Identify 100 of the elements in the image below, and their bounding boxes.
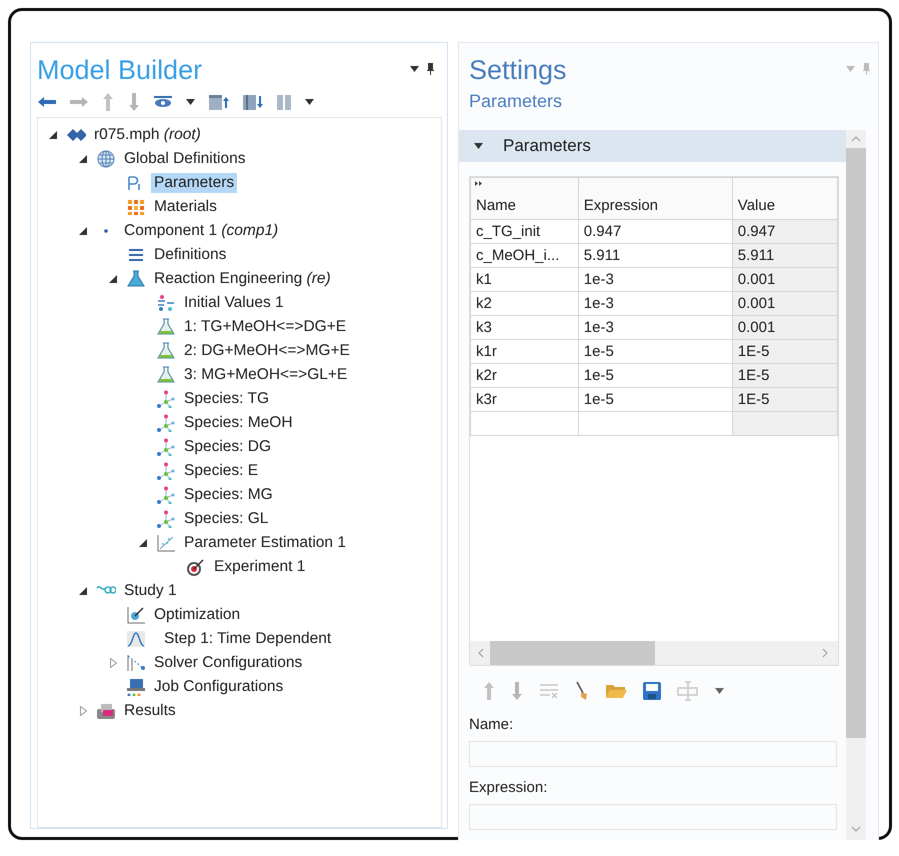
grid-icon (126, 198, 146, 216)
column-header[interactable]: Name (470, 178, 578, 220)
table-cell[interactable] (470, 412, 578, 436)
expanded-toggle-icon[interactable] (139, 539, 147, 547)
pin-icon[interactable] (427, 63, 434, 75)
save-icon[interactable] (643, 682, 661, 700)
column-header[interactable]: Expression (578, 178, 732, 220)
expand-all-icon[interactable] (243, 94, 263, 110)
tree-item[interactable]: Definitions (151, 245, 230, 265)
table-cell: 5.911 (578, 244, 732, 268)
input-field[interactable] (469, 804, 837, 830)
collapsed-toggle-icon[interactable] (80, 706, 86, 716)
tree-item[interactable]: Step 1: Time Dependent (161, 629, 334, 649)
panel-title: Settings (469, 55, 567, 85)
tree-item[interactable]: Species: DG (181, 437, 274, 457)
table-cell: k2r (470, 364, 578, 388)
tree-item[interactable]: 3: MG+MeOH<=>GL+E (181, 365, 350, 385)
up-arrow-icon[interactable] (483, 682, 495, 700)
delete-rows-icon[interactable] (539, 683, 559, 699)
expanded-toggle-icon[interactable] (79, 587, 87, 595)
tree-item[interactable]: Component 1 (comp1) (121, 221, 282, 241)
tree-item[interactable]: Initial Values 1 (181, 293, 287, 313)
tree-item[interactable]: Global Definitions (121, 149, 248, 169)
caret-icon[interactable] (186, 99, 195, 105)
tree-item[interactable]: Experiment 1 (211, 557, 308, 577)
table-cell: 1e-3 (578, 292, 732, 316)
table-cell: 0.947 (578, 220, 732, 244)
section-header[interactable]: Parameters (459, 130, 846, 162)
back-arrow-icon[interactable] (38, 96, 56, 108)
molecule-icon (156, 414, 176, 432)
flask-icon (156, 366, 176, 384)
folder-icon[interactable] (605, 683, 627, 699)
solver-icon (126, 654, 146, 672)
eye-icon[interactable] (154, 96, 172, 108)
tree-item[interactable]: 1: TG+MeOH<=>DG+E (181, 317, 350, 337)
table-cell: 5.911 (732, 244, 838, 268)
tree-item[interactable]: Results (121, 701, 179, 721)
collapse-all-icon[interactable] (209, 94, 229, 110)
table-cell[interactable] (578, 412, 732, 436)
table-cell: k1r (470, 340, 578, 364)
table-cell: c_MeOH_i... (470, 244, 578, 268)
tree-item[interactable]: Reaction Engineering (re) (151, 269, 334, 289)
split-view-icon[interactable] (277, 94, 291, 110)
tree-item[interactable]: Species: E (181, 461, 262, 481)
tree-item[interactable]: Study 1 (121, 581, 180, 601)
table-cell: 1E-5 (732, 364, 838, 388)
caret-icon[interactable] (715, 688, 724, 694)
expanded-toggle-icon[interactable] (79, 227, 87, 235)
tree-item[interactable]: Solver Configurations (151, 653, 306, 673)
table-cell: 0.001 (732, 316, 838, 340)
tree-item[interactable]: Optimization (151, 605, 244, 625)
table-cell[interactable] (732, 412, 838, 436)
collapsed-toggle-icon[interactable] (110, 658, 116, 668)
tree-item[interactable]: Species: MeOH (181, 413, 296, 433)
target-icon (186, 558, 206, 576)
dropdown-icon[interactable] (410, 66, 419, 72)
down-arrow-icon[interactable] (128, 93, 140, 111)
table-cell: 1E-5 (732, 388, 838, 412)
tree-item[interactable]: Species: MG (181, 485, 276, 505)
table-cell: 1e-3 (578, 268, 732, 292)
molecule-icon (156, 390, 176, 408)
molecule-icon (156, 462, 176, 480)
table-cell: 0.001 (732, 268, 838, 292)
tree-item[interactable]: Parameters (151, 173, 238, 193)
forward-arrow-icon[interactable] (70, 96, 88, 108)
up-arrow-icon[interactable] (102, 93, 114, 111)
horizontal-scrollbar[interactable] (470, 641, 838, 665)
tree-item[interactable]: Parameter Estimation 1 (181, 533, 349, 553)
expanded-caret-icon[interactable] (474, 143, 483, 149)
expanded-toggle-icon[interactable] (109, 275, 117, 283)
tree-item[interactable]: Species: TG (181, 389, 272, 409)
tree-item[interactable]: Materials (151, 197, 220, 217)
flask-icon (156, 318, 176, 336)
scroll-right-icon[interactable] (822, 648, 828, 658)
scroll-down-icon[interactable] (851, 826, 861, 832)
double-arrow-icon[interactable] (475, 181, 483, 186)
table-cell: 1E-5 (732, 340, 838, 364)
panel-subtitle: Parameters (469, 91, 564, 112)
expanded-toggle-icon[interactable] (79, 155, 87, 163)
input-field[interactable] (469, 741, 837, 767)
scatter-plot-icon (156, 534, 176, 552)
tree-item[interactable]: 2: DG+MeOH<=>MG+E (181, 341, 353, 361)
dot-icon (104, 229, 108, 233)
table-cell: k1 (470, 268, 578, 292)
molecule-icon (156, 438, 176, 456)
expanded-toggle-icon[interactable] (49, 131, 57, 139)
table-cell: c_TG_init (470, 220, 578, 244)
column-header[interactable]: Value (732, 178, 838, 220)
diamond-icon (66, 126, 86, 144)
tree-item[interactable]: Species: GL (181, 509, 272, 529)
scroll-up-icon[interactable] (851, 136, 861, 142)
table-cell: 1e-5 (578, 364, 732, 388)
down-arrow-icon[interactable] (511, 682, 523, 700)
globe-icon (96, 150, 116, 168)
tree-item[interactable]: r075.mph (root) (91, 125, 204, 145)
brush-icon[interactable] (575, 681, 589, 701)
import-icon[interactable] (677, 681, 699, 701)
caret-icon[interactable] (305, 99, 314, 105)
scroll-left-icon[interactable] (478, 648, 484, 658)
tree-item[interactable]: Job Configurations (151, 677, 286, 697)
